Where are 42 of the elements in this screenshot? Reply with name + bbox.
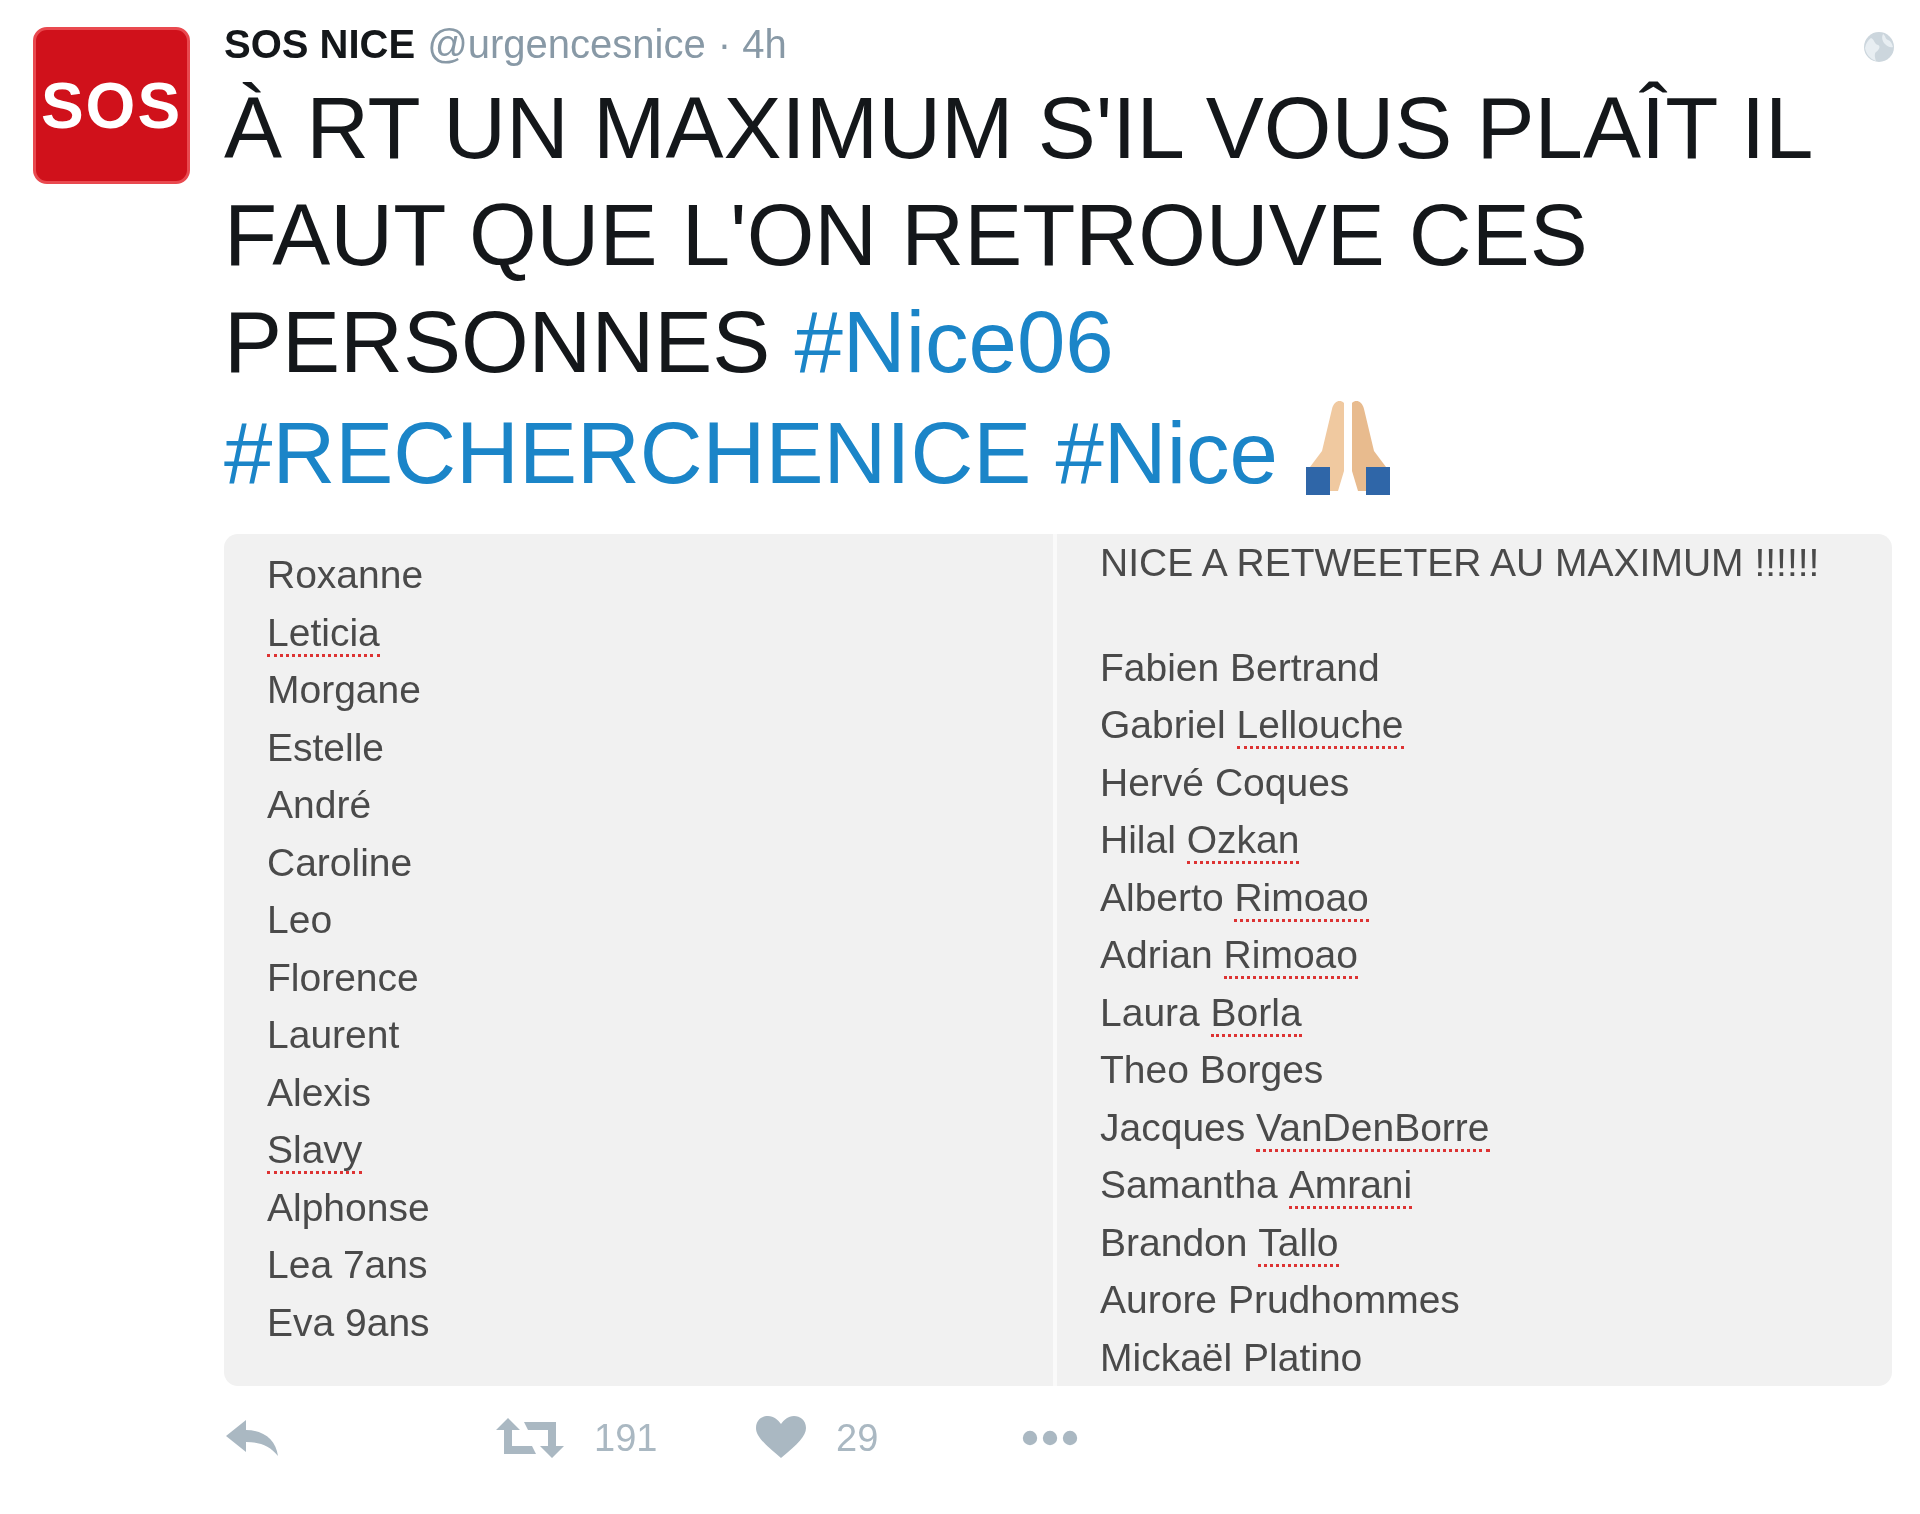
- person-name: Adrian Rimoao: [1100, 926, 1892, 984]
- person-name: Mickaël Platino: [1100, 1334, 1364, 1381]
- globe-icon: [1862, 30, 1896, 64]
- person-name: André: [267, 782, 373, 828]
- person-name: Morgane: [267, 667, 422, 713]
- person-name: Florence: [267, 954, 420, 1001]
- person-name: Laurent: [267, 1012, 401, 1058]
- person-name: Leticia: [267, 603, 1053, 661]
- person-name: Aurore Prudhommes: [1100, 1277, 1461, 1323]
- author-name[interactable]: SOS NICE: [224, 22, 416, 67]
- heart-icon[interactable]: [756, 1416, 806, 1460]
- person-name: Laura Borla: [1100, 983, 1892, 1041]
- author-handle[interactable]: @urgencesnice: [427, 22, 706, 67]
- person-name: Hilal Ozkan: [1100, 811, 1892, 869]
- person-name: Samantha Amrani: [1100, 1156, 1892, 1214]
- person-name: Leo: [267, 897, 334, 943]
- person-name: Slavy: [267, 1121, 1053, 1179]
- hashtag-link[interactable]: #Nice06: [794, 293, 1114, 390]
- person-name: Roxanne: [267, 552, 425, 598]
- avatar[interactable]: SOS: [33, 27, 190, 184]
- person-name: Alberto Rimoao: [1100, 868, 1892, 926]
- person-name: Gabriel Lellouche: [1100, 696, 1892, 754]
- person-name: Eva 9ans: [267, 1299, 431, 1346]
- person-name: Caroline: [267, 839, 414, 886]
- like-count: 29: [836, 1416, 879, 1460]
- person-name: Theo Borges: [1100, 1047, 1325, 1093]
- person-name: Brandon Tallo: [1100, 1213, 1892, 1271]
- hashtag-link[interactable]: #RECHERCHENICE: [224, 404, 1032, 501]
- person-name: Hervé Coques: [1100, 759, 1351, 806]
- more-icon[interactable]: [1022, 1430, 1078, 1446]
- person-name: Alexis: [267, 1069, 373, 1116]
- person-name: Jacques VanDenBorre: [1100, 1098, 1892, 1156]
- person-name: Estelle: [267, 724, 386, 771]
- tweet-time[interactable]: · 4h: [717, 22, 787, 67]
- person-name: Alphonse: [267, 1184, 431, 1231]
- tweet-text: À RT UN MAXIMUM S'IL VOUS PLAÎT IL FAUT QUE L'ON RETROUVE CES PERSONNES #Nice06 #RECHERCHENICE #Nice: [224, 78, 1812, 503]
- list-heading: NICE A RETWEETER AU MAXIMUM !!!!!!: [1100, 540, 1821, 586]
- hashtag-link[interactable]: #Nice: [1055, 404, 1278, 501]
- retweet-icon[interactable]: [496, 1416, 564, 1460]
- person-name: Lea 7ans: [267, 1242, 429, 1288]
- person-name: Fabien Bertrand: [1100, 644, 1381, 691]
- retweet-count: 191: [594, 1416, 658, 1460]
